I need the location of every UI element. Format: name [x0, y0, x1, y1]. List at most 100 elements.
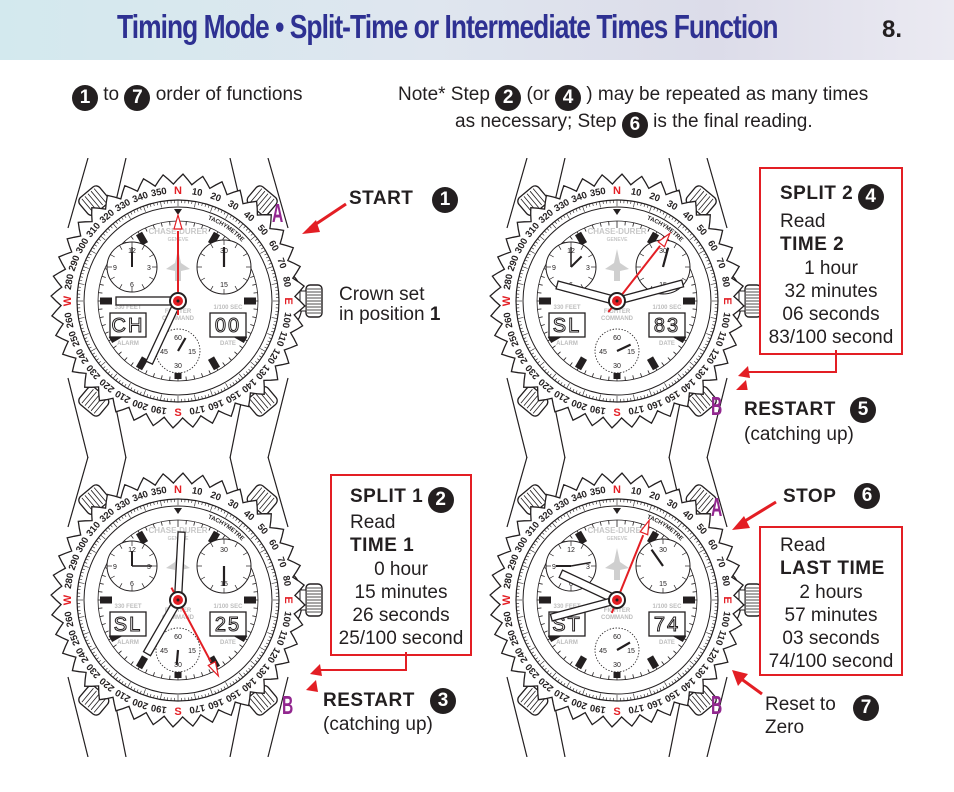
hour-subdial: 12369 — [106, 540, 158, 592]
brand-name: CHASE-DURER — [587, 526, 646, 535]
hour-marker — [100, 596, 112, 604]
subdial-number: 30 — [174, 363, 182, 370]
subdial-number: 9 — [113, 265, 117, 272]
split-1-title: SPLIT 1 — [350, 486, 424, 507]
subdial-number: 15 — [220, 282, 228, 289]
feet-label: 330 FEET — [553, 305, 580, 311]
brand-city: GENEVE — [607, 536, 629, 542]
step-badge: 1 — [432, 187, 458, 213]
compass-letter: W — [501, 295, 513, 306]
bezel-number: 10 — [191, 186, 203, 199]
split-1-reading-box: SPLIT 1 2 Read TIME 1 0 hour 15 minutes … — [330, 474, 472, 656]
brand-name: CHASE-DURER — [587, 227, 646, 236]
note-text: as necessary; Step — [455, 111, 617, 132]
bezel-number: 80 — [280, 575, 293, 587]
step-badge: 7 — [124, 85, 151, 111]
subdial-number: 3 — [147, 564, 151, 571]
bottom-subdial: 60 15 30 45 — [594, 627, 640, 673]
compass-letter: S — [613, 407, 620, 419]
subdial-number: 30 — [613, 363, 621, 370]
time-1-label: TIME 1 — [350, 535, 415, 556]
alarm-label: ALARM — [117, 341, 139, 347]
note-text: ) may be repeated as many times — [586, 84, 869, 105]
note-line-1: Note* Step 2 (or 4 ) may be repeated as … — [398, 84, 868, 111]
step-badge: 1 — [72, 85, 98, 111]
subdial-hand — [175, 649, 180, 666]
time-value: 25/100 second — [338, 628, 464, 649]
legend-suffix: order of functions — [155, 84, 303, 105]
feet-label: 330 FEET — [114, 305, 141, 311]
arrow-icon — [302, 202, 347, 234]
left-lcd-display-value: SL — [553, 315, 581, 337]
note-text: is the final reading. — [653, 111, 813, 132]
bezel-number: 80 — [719, 276, 732, 288]
step-badge: 2 — [495, 85, 522, 111]
read-label: Read — [780, 211, 826, 232]
step-badge: 2 — [427, 487, 454, 513]
crown-icon — [738, 583, 762, 617]
step-badge: 7 — [853, 695, 879, 721]
thirty-minute-subdial: 30 15 — [635, 538, 691, 594]
reset-note-line-2: Zero — [765, 717, 805, 738]
subdial-number: 9 — [552, 265, 556, 272]
subdial-number: 30 — [220, 547, 228, 554]
step-badge: 3 — [430, 688, 456, 714]
compass-letter: N — [613, 185, 621, 197]
subdial-number: 15 — [188, 349, 196, 356]
compass-letter: E — [721, 297, 733, 304]
pusher-a-label: A — [711, 492, 723, 522]
subdial-number: 30 — [659, 547, 667, 554]
last-time-reading-box: Read LAST TIME 2 hours 57 minutes 03 sec… — [759, 526, 903, 676]
restart-label: RESTART — [323, 690, 415, 711]
restart-label: RESTART — [744, 399, 836, 420]
compass-letter: S — [174, 706, 181, 718]
subdial-number: 45 — [160, 648, 168, 655]
compass-letter: E — [721, 596, 733, 603]
watch-step-2: 10 20 30 40 50 60 70 80 100 110 120 130 140 150 160 170… — [48, 456, 348, 758]
connector-arrow-icon — [736, 350, 837, 390]
subdial-number: 45 — [599, 648, 607, 655]
feet-label: 330 FEET — [114, 604, 141, 610]
page-number: 8. — [882, 16, 903, 43]
model-line-2: COMMAND — [601, 615, 634, 621]
time-values: 1 hour 32 minutes 06 seconds 83/100 seco… — [761, 257, 901, 349]
time-value: 0 hour — [374, 559, 428, 580]
hundredth-label: 1/100 SEC — [652, 305, 682, 311]
subdial-number: 6 — [130, 581, 134, 588]
crown-icon — [299, 583, 323, 617]
center-dot — [615, 598, 619, 602]
bezel-number: 10 — [630, 485, 642, 498]
subdial-number: 60 — [613, 335, 621, 342]
hundredth-label: 1/100 SEC — [652, 604, 682, 610]
time-values: 2 hours 57 minutes 03 seconds 74/100 sec… — [761, 581, 901, 673]
bezel-number: 80 — [280, 276, 293, 288]
split-2-title: SPLIT 2 — [780, 183, 854, 204]
hour-marker — [100, 297, 112, 305]
model-line-2: COMMAND — [601, 316, 634, 322]
bezel-number: 10 — [630, 186, 642, 199]
date-label: DATE — [659, 341, 675, 347]
reset-note-line-1: Reset to — [765, 694, 836, 715]
subdial-number: 15 — [188, 648, 196, 655]
note-text: (or — [526, 84, 550, 105]
crown-note-text: in position — [339, 304, 425, 325]
time-value: 74/100 second — [768, 651, 894, 672]
time-value: 1 hour — [804, 258, 858, 279]
center-dot — [176, 299, 180, 303]
time-value: 26 seconds — [352, 605, 450, 626]
compass-letter: S — [174, 407, 181, 419]
crown-icon — [299, 284, 323, 318]
pusher-b-label: B — [711, 391, 723, 421]
compass-letter: N — [613, 484, 621, 496]
subdial-number: 60 — [613, 634, 621, 641]
hundredth-label: 1/100 SEC — [213, 305, 243, 311]
crown-note-line-2: in position 1 — [339, 304, 440, 326]
hour-marker — [683, 297, 695, 305]
watch-step-4: 10 20 30 40 50 60 70 80 100 110 120 130 140 150 160 170… — [487, 157, 787, 459]
subdial-number: 3 — [586, 265, 590, 272]
bezel-number: 80 — [719, 575, 732, 587]
time-2-label: TIME 2 — [780, 234, 845, 255]
time-value: 57 minutes — [784, 605, 878, 626]
subdial-number: 45 — [599, 349, 607, 356]
bottom-subdial: 60 15 30 45 — [594, 328, 640, 374]
